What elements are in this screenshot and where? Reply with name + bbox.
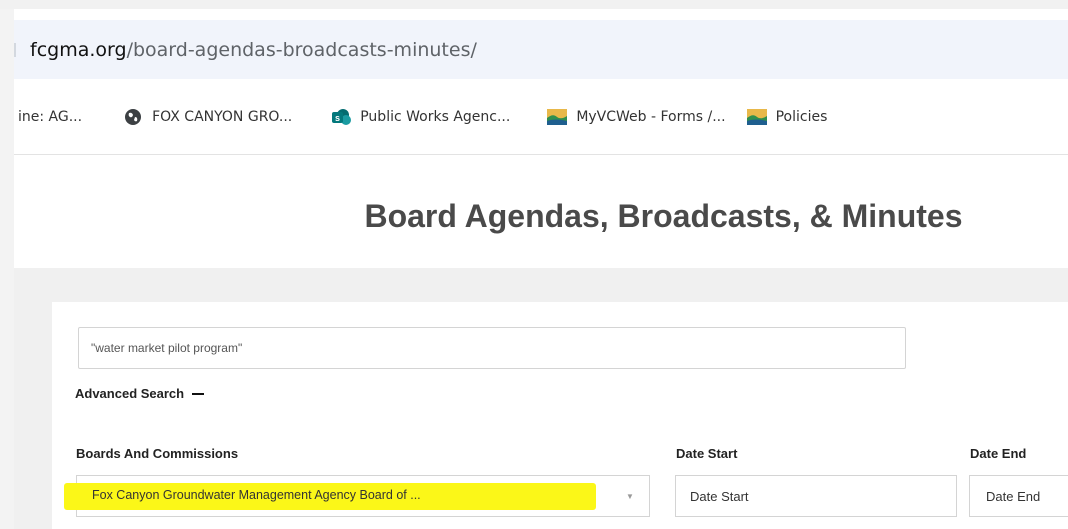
advanced-search-toggle[interactable]: Advanced Search <box>75 386 205 401</box>
bookmark-policies[interactable]: Policies <box>746 108 828 126</box>
bookmarks-bar: ine: AG... FOX CANYON GRO... s Public Wo… <box>14 79 1068 155</box>
sharepoint-icon: s <box>330 108 352 126</box>
bookmark-label: FOX CANYON GRO... <box>152 108 293 125</box>
address-bar[interactable]: fcgma.org/board-agendas-broadcasts-minut… <box>14 20 1068 79</box>
boards-select-value: Fox Canyon Groundwater Management Agency… <box>92 488 421 502</box>
search-input[interactable]: "water market pilot program" <box>78 327 906 369</box>
bookmark-label: Policies <box>775 108 828 125</box>
bookmark-myvcweb[interactable]: MyVCWeb - Forms /... <box>546 108 726 126</box>
date-start-placeholder: Date Start <box>690 488 749 504</box>
globe-icon <box>122 108 144 126</box>
bookmark-label: MyVCWeb - Forms /... <box>576 108 726 125</box>
page-title: Board Agendas, Broadcasts, & Minutes <box>14 198 1068 254</box>
search-input-value: "water market pilot program" <box>91 341 243 355</box>
url-host: fcgma.org <box>30 38 127 61</box>
landscape-icon <box>546 108 568 126</box>
bookmark-label: Public Works Agenc... <box>360 108 511 125</box>
date-end-placeholder: Date End <box>986 488 1041 504</box>
url-text[interactable]: fcgma.org/board-agendas-broadcasts-minut… <box>30 39 477 61</box>
bookmark-ag[interactable]: ine: AG... <box>18 109 82 125</box>
date-end-label: Date End <box>970 446 1027 461</box>
advanced-search-label: Advanced Search <box>75 386 185 401</box>
address-bar-divider <box>14 42 16 57</box>
chevron-down-icon[interactable]: ▼ <box>626 492 634 501</box>
page-title-text: Board Agendas, Broadcasts, & Minutes <box>364 198 963 234</box>
left-edge <box>0 9 14 529</box>
bookmark-label: ine: AG... <box>18 108 83 125</box>
minus-icon <box>192 392 205 395</box>
bookmark-fox-canyon[interactable]: FOX CANYON GRO... <box>122 108 292 126</box>
bookmark-public-works[interactable]: s Public Works Agenc... <box>330 108 510 126</box>
date-start-label: Date Start <box>676 446 738 461</box>
landscape-icon <box>746 108 768 126</box>
url-path: /board-agendas-broadcasts-minutes/ <box>126 38 477 61</box>
date-end-input[interactable]: Date End <box>969 475 1068 517</box>
date-start-input[interactable]: Date Start <box>675 475 957 517</box>
svg-text:s: s <box>335 113 340 123</box>
window-top-strip <box>0 0 1068 9</box>
boards-label: Boards And Commissions <box>76 446 239 461</box>
